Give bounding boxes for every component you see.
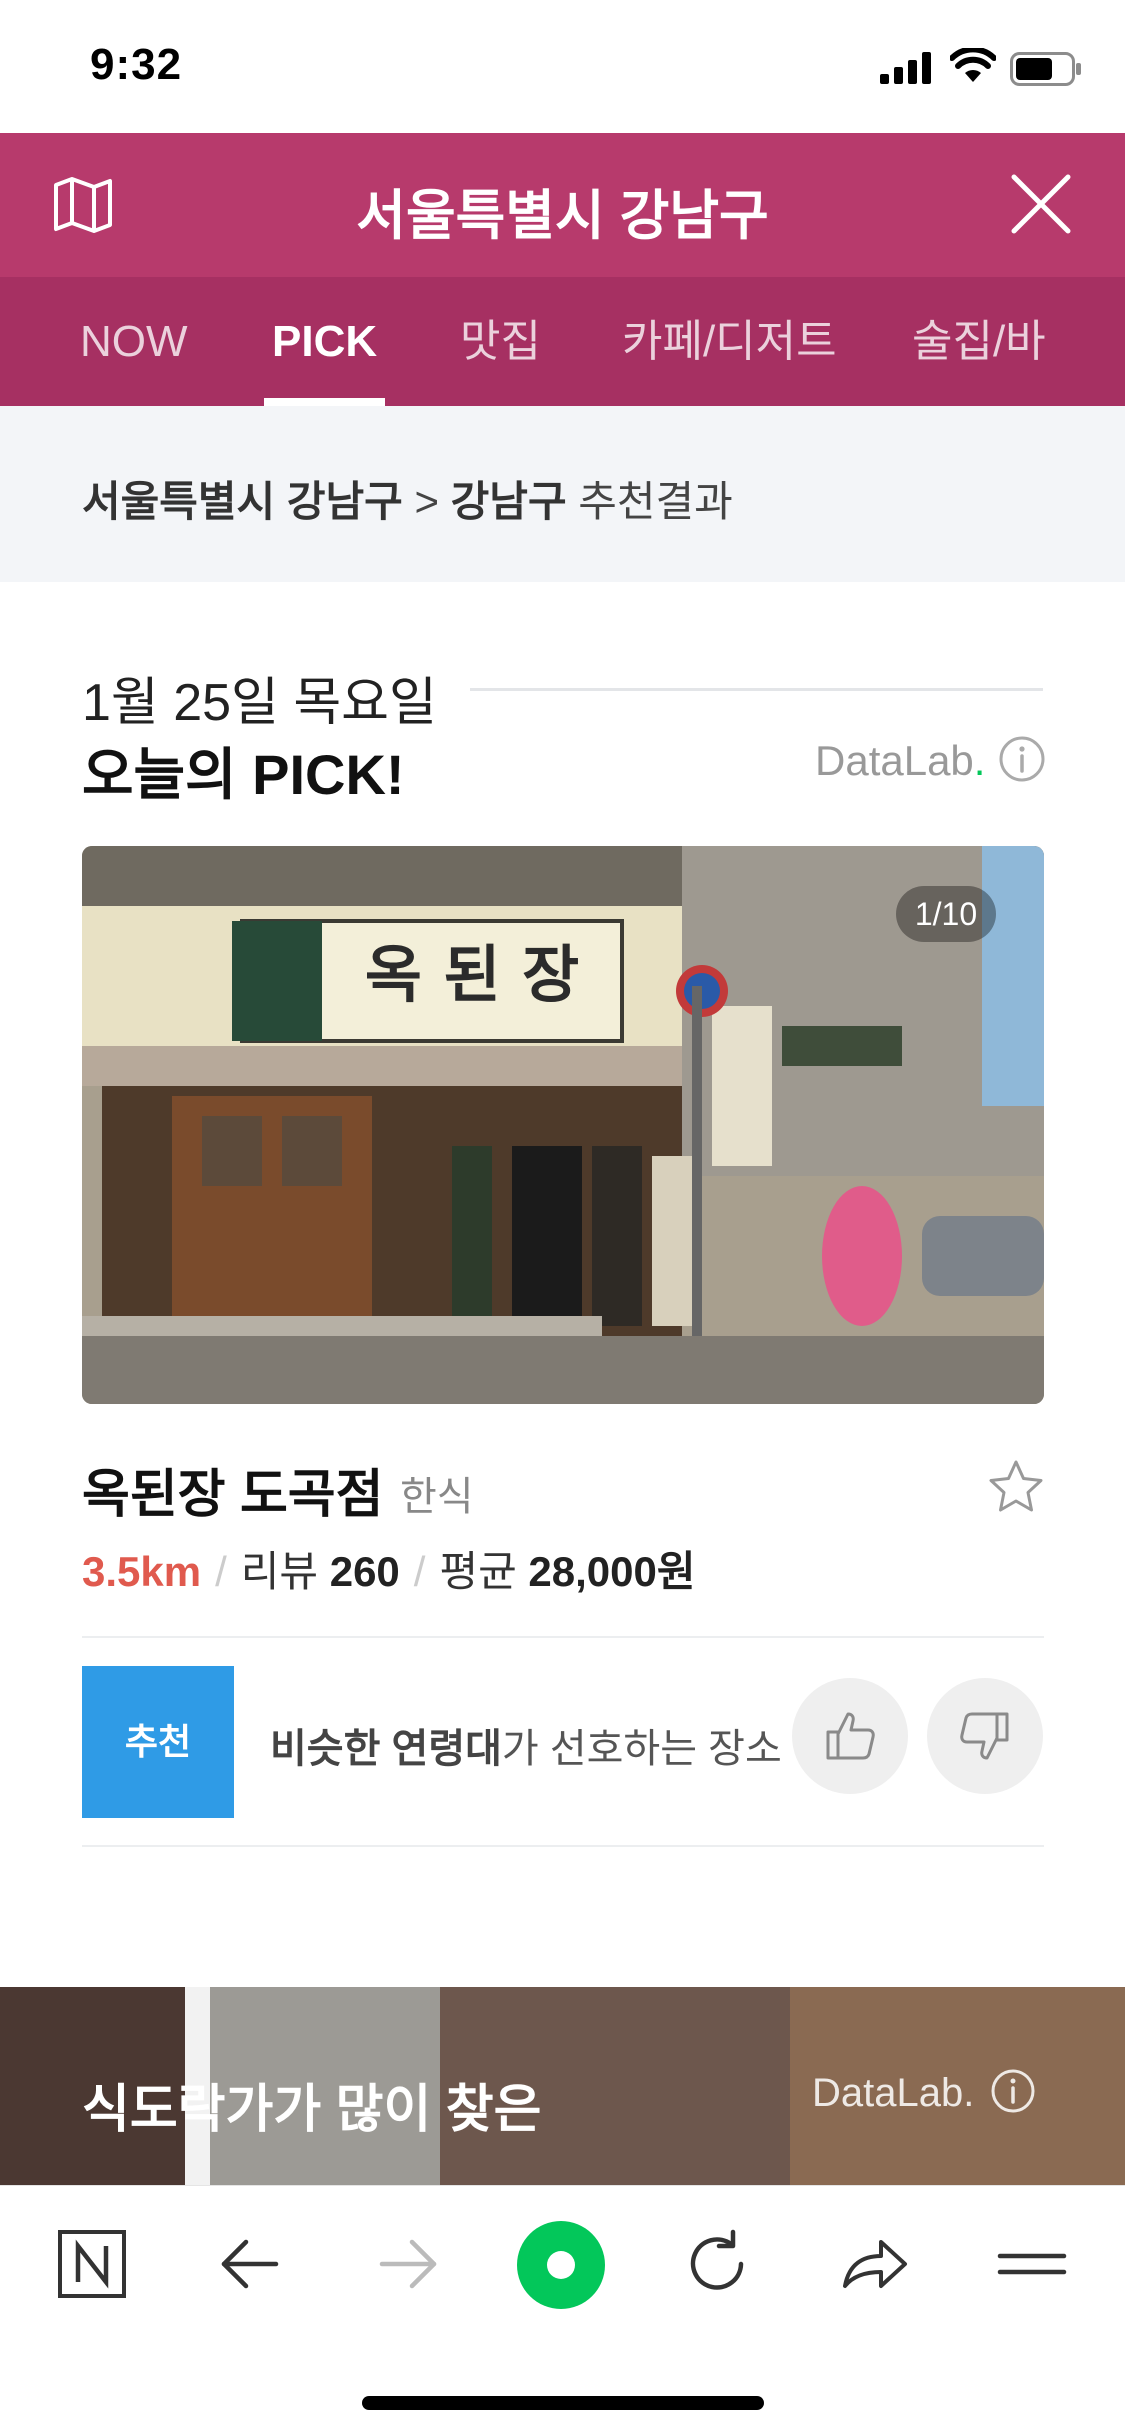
recommend-reason: 비슷한 연령대가 선호하는 장소 [270,1727,782,1771]
breadcrumb: 서울특별시 강남구 > 강남구 추천결과 [0,406,1125,582]
recommend-badge: 추천 [82,1666,234,1818]
divider [82,1845,1044,1847]
menu-icon[interactable] [992,2224,1072,2304]
status-time: 9:32 [90,40,183,89]
photo-pager: 1/10 [896,886,996,942]
info-icon[interactable] [990,2068,1036,2114]
home-indicator [362,2396,764,2410]
breadcrumb-area[interactable]: 강남구 [451,478,567,525]
banner-datalab-label: DataLab. [812,2071,975,2115]
close-icon[interactable] [1008,171,1074,237]
info-icon[interactable] [998,735,1046,783]
popular-places-banner[interactable]: 식도락가가 많이 찾은 DataLab. [0,1987,1125,2185]
category-tabs: NOW PICK 맛집 카페/디저트 술집/바 [0,277,1125,406]
battery-icon [1010,52,1081,86]
restaurant-photo[interactable]: 옥 된 장 1/10 [82,846,1044,1404]
place-meta: 3.5km / 리뷰 260/평균 28,000원 [82,1548,696,1595]
wifi-icon [950,48,996,82]
banner-title: 식도락가가 많이 찾은 [82,2081,542,2139]
place-name[interactable]: 옥된장 도곡점 [82,1452,384,1527]
tab-bar[interactable]: 술집/바 [912,277,1046,406]
divider [82,1636,1044,1638]
app-header: 서울특별시 강남구 [0,133,1125,277]
review-count: 260 [329,1548,400,1595]
thumbs-down-icon [960,1712,1009,1760]
tab-restaurants[interactable]: 맛집 [460,277,541,406]
breadcrumb-line: 서울특별시 강남구 > 강남구 추천결과 [82,468,733,529]
place-category: 한식 [400,1475,474,1519]
cellular-signal-icon [880,52,931,84]
svg-text:옥 된 장: 옥 된 장 [365,938,579,1011]
thumbs-down-button[interactable] [927,1678,1043,1794]
green-dot-icon[interactable] [516,2220,606,2310]
breadcrumb-suffix: 추천결과 [578,478,733,525]
forward-arrow-icon[interactable] [368,2224,448,2304]
tab-cafe-dessert[interactable]: 카페/디저트 [622,277,837,406]
breadcrumb-arrow: > [414,478,439,525]
share-icon[interactable] [835,2224,915,2304]
pick-title: 오늘의 PICK! [82,743,405,806]
breadcrumb-region[interactable]: 서울특별시 강남구 [82,478,403,525]
status-bar: 9:32 [0,0,1125,133]
tab-pick[interactable]: PICK [263,277,386,406]
thumbs-up-icon [826,1712,875,1760]
datalab-label: DataLab. [815,737,986,784]
place-distance: 3.5km [82,1548,202,1595]
pick-date: 1월 25일 목요일 [82,674,437,732]
refresh-icon[interactable] [677,2224,757,2304]
naver-home-icon[interactable] [52,2224,132,2304]
heading-divider [470,688,1043,691]
average-price: 28,000원 [528,1548,696,1595]
restaurant-storefront-image: 옥 된 장 [82,846,1044,1404]
back-arrow-icon[interactable] [210,2224,290,2304]
thumbs-up-button[interactable] [792,1678,908,1794]
star-icon[interactable] [987,1458,1045,1516]
page-title: 서울특별시 강남구 [356,186,769,246]
tab-now[interactable]: NOW [80,277,188,406]
